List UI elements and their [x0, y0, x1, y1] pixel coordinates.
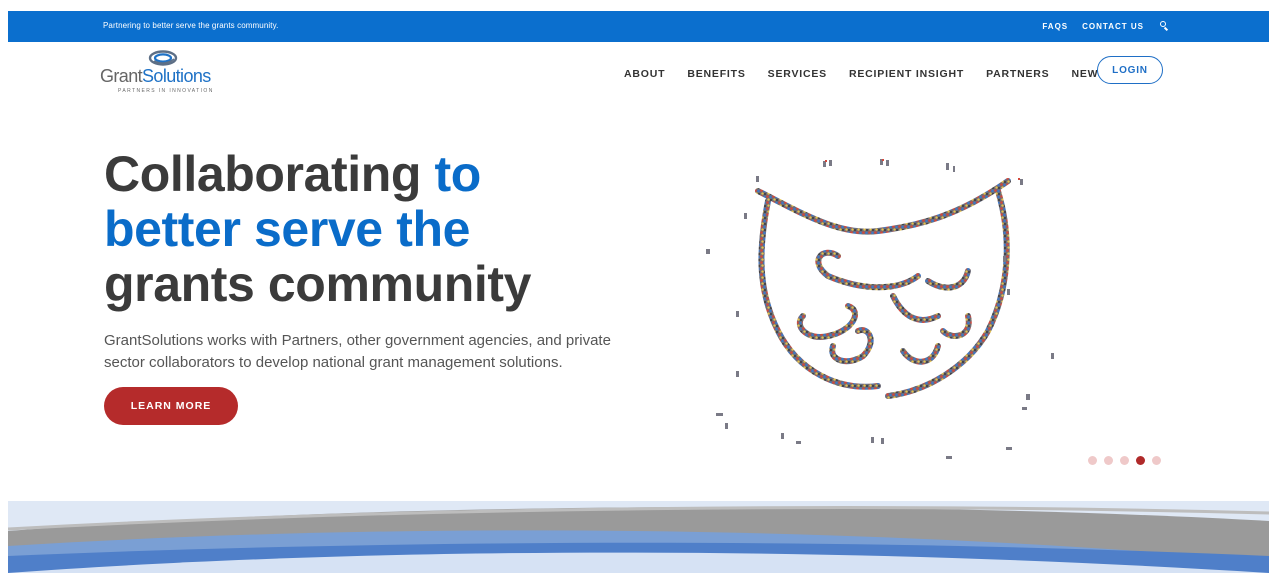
logo-swirl-icon [148, 50, 178, 66]
nav-item-partners[interactable]: PARTNERS [986, 68, 1049, 80]
login-button[interactable]: LOGIN [1097, 56, 1163, 84]
page-frame: Partnering to better serve the grants co… [8, 11, 1269, 573]
logo-wordmark: GrantSolutions [100, 66, 211, 87]
carousel-dot[interactable] [1104, 456, 1113, 465]
contact-us-link[interactable]: CONTACT US [1082, 22, 1144, 31]
grantsolutions-logo[interactable]: GrantSolutions PARTNERS IN INNOVATION [100, 49, 230, 95]
utility-bar: Partnering to better serve the grants co… [8, 11, 1269, 42]
carousel-dot[interactable] [1152, 456, 1161, 465]
hero-title: Collaborating to better serve the grants … [104, 147, 624, 312]
carousel-dot[interactable] [1120, 456, 1129, 465]
nav-item-benefits[interactable]: BENEFITS [687, 68, 745, 80]
main-nav: ABOUT BENEFITS SERVICES RECIPIENT INSIGH… [624, 59, 1128, 89]
logo-tagline: PARTNERS IN INNOVATION [118, 88, 214, 94]
faqs-link[interactable]: FAQS [1042, 22, 1068, 31]
logo-word-solutions: Solutions [142, 66, 211, 86]
carousel-dot-active[interactable] [1136, 456, 1145, 465]
handshake-crowd-image [706, 159, 1054, 459]
utility-nav: FAQS CONTACT US [1042, 20, 1169, 32]
hero-description: GrantSolutions works with Partners, othe… [104, 332, 611, 371]
carousel-dots [1088, 456, 1161, 465]
learn-more-button[interactable]: LEARN MORE [104, 387, 238, 425]
search-icon[interactable] [1158, 20, 1169, 32]
nav-item-recipient-insight[interactable]: RECIPIENT INSIGHT [849, 68, 964, 80]
hero-title-part1: Collaborating [104, 146, 435, 202]
logo-word-grant: Grant [100, 66, 143, 86]
nav-item-services[interactable]: SERVICES [768, 68, 827, 80]
hero-title-part3: grants community [104, 256, 531, 312]
utility-tagline: Partnering to better serve the grants co… [103, 21, 279, 30]
nav-item-about[interactable]: ABOUT [624, 68, 665, 80]
carousel-dot[interactable] [1088, 456, 1097, 465]
decorative-swoosh-banner [8, 501, 1269, 573]
